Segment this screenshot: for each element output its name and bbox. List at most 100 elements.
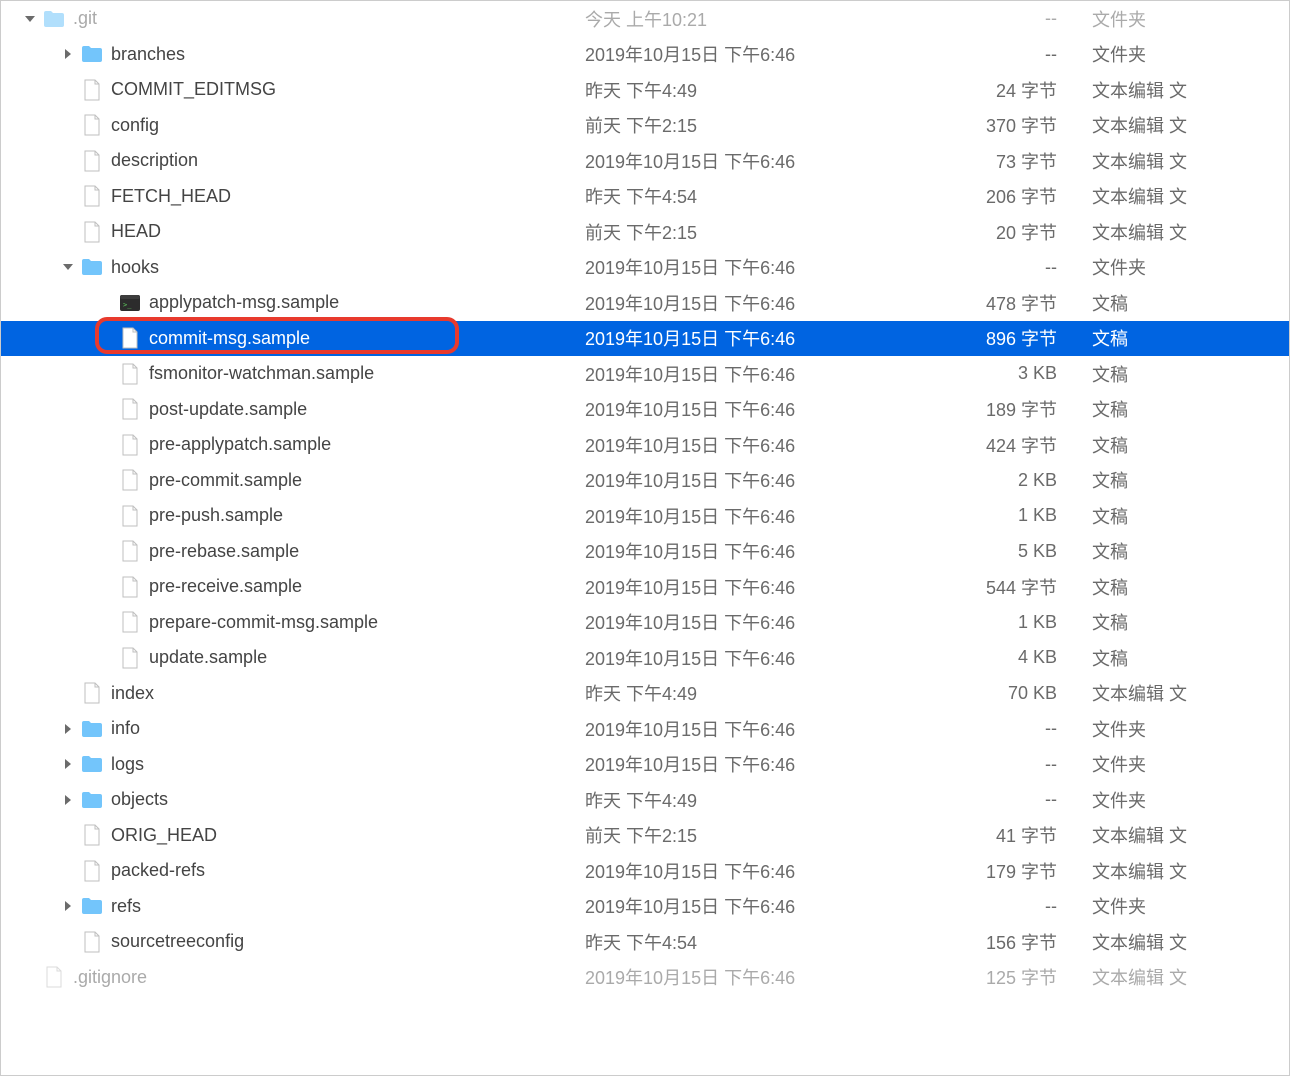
exec-icon: >_ [119,292,141,314]
disclosure-none [61,828,75,842]
disclosure-none [99,544,113,558]
folder-icon [43,8,65,30]
disclosure-none [61,83,75,97]
disclosure-right-icon[interactable] [61,47,75,61]
file-row[interactable]: pre-push.sample2019年10月15日 下午6:461 KB文稿 [1,498,1289,534]
file-size: -- [887,257,1057,278]
disclosure-none [99,509,113,523]
file-name: pre-applypatch.sample [149,434,331,455]
file-row[interactable]: index昨天 下午4:4970 KB文本编辑 文 [1,676,1289,712]
file-row[interactable]: refs2019年10月15日 下午6:46--文件夹 [1,889,1289,925]
file-kind: 文件夹 [1092,751,1146,777]
disclosure-none [99,438,113,452]
file-kind: 文稿 [1092,645,1128,671]
file-size: 370 字节 [887,112,1057,138]
disclosure-down-icon[interactable] [23,12,37,26]
file-row[interactable]: pre-applypatch.sample2019年10月15日 下午6:464… [1,427,1289,463]
file-size: 24 字节 [887,77,1057,103]
disclosure-none [99,367,113,381]
file-row[interactable]: update.sample2019年10月15日 下午6:464 KB文稿 [1,640,1289,676]
disclosure-none [61,864,75,878]
file-row[interactable]: post-update.sample2019年10月15日 下午6:46189 … [1,392,1289,428]
file-row[interactable]: pre-commit.sample2019年10月15日 下午6:462 KB文… [1,463,1289,499]
file-name: pre-push.sample [149,505,283,526]
file-kind: 文本编辑 文 [1092,964,1187,990]
file-row[interactable]: pre-receive.sample2019年10月15日 下午6:46544 … [1,569,1289,605]
file-icon [119,540,141,562]
file-row[interactable]: commit-msg.sample2019年10月15日 下午6:46896 字… [1,321,1289,357]
disclosure-none [99,296,113,310]
file-row[interactable]: COMMIT_EDITMSG昨天 下午4:4924 字节文本编辑 文 [1,72,1289,108]
file-size: 4 KB [887,647,1057,668]
file-kind: 文件夹 [1092,6,1146,32]
file-name: post-update.sample [149,399,307,420]
file-row[interactable]: branches2019年10月15日 下午6:46--文件夹 [1,37,1289,73]
file-row[interactable]: prepare-commit-msg.sample2019年10月15日 下午6… [1,605,1289,641]
file-name: objects [111,789,168,810]
file-size: 1 KB [887,505,1057,526]
modified-date: 2019年10月15日 下午6:46 [585,716,795,742]
disclosure-right-icon[interactable] [61,899,75,913]
file-row[interactable]: >_applypatch-msg.sample2019年10月15日 下午6:4… [1,285,1289,321]
file-row[interactable]: ORIG_HEAD前天 下午2:1541 字节文本编辑 文 [1,818,1289,854]
file-name: commit-msg.sample [149,328,310,349]
disclosure-right-icon[interactable] [61,722,75,736]
file-name: packed-refs [111,860,205,881]
modified-date: 2019年10月15日 下午6:46 [585,538,795,564]
file-kind: 文稿 [1092,538,1128,564]
file-kind: 文本编辑 文 [1092,148,1187,174]
file-row[interactable]: pre-rebase.sample2019年10月15日 下午6:465 KB文… [1,534,1289,570]
file-icon [81,114,103,136]
disclosure-none [99,615,113,629]
file-size: 478 字节 [887,290,1057,316]
disclosure-down-icon[interactable] [61,260,75,274]
svg-text:>_: >_ [123,301,132,309]
modified-date: 2019年10月15日 下午6:46 [585,964,795,990]
file-list[interactable]: .git今天 上午10:21--文件夹branches2019年10月15日 下… [1,1,1289,995]
file-size: 424 字节 [887,432,1057,458]
file-size: 41 字节 [887,822,1057,848]
file-row[interactable]: info2019年10月15日 下午6:46--文件夹 [1,711,1289,747]
file-name: FETCH_HEAD [111,186,231,207]
disclosure-none [99,473,113,487]
file-size: 1 KB [887,612,1057,633]
modified-date: 2019年10月15日 下午6:46 [585,503,795,529]
file-row[interactable]: .gitignore2019年10月15日 下午6:46125 字节文本编辑 文 [1,960,1289,996]
folder-icon [81,718,103,740]
folder-icon [81,753,103,775]
file-size: -- [887,8,1057,29]
file-row[interactable]: FETCH_HEAD昨天 下午4:54206 字节文本编辑 文 [1,179,1289,215]
file-row[interactable]: logs2019年10月15日 下午6:46--文件夹 [1,747,1289,783]
file-size: 156 字节 [887,929,1057,955]
file-row[interactable]: fsmonitor-watchman.sample2019年10月15日 下午6… [1,356,1289,392]
file-row[interactable]: sourcetreeconfig昨天 下午4:54156 字节文本编辑 文 [1,924,1289,960]
file-row[interactable]: hooks2019年10月15日 下午6:46--文件夹 [1,250,1289,286]
folder-icon [81,895,103,917]
file-name: .gitignore [73,967,147,988]
file-row[interactable]: description2019年10月15日 下午6:4673 字节文本编辑 文 [1,143,1289,179]
file-size: -- [887,754,1057,775]
file-row[interactable]: HEAD前天 下午2:1520 字节文本编辑 文 [1,214,1289,250]
file-size: 3 KB [887,363,1057,384]
modified-date: 2019年10月15日 下午6:46 [585,645,795,671]
file-size: 70 KB [887,683,1057,704]
file-kind: 文本编辑 文 [1092,112,1187,138]
file-kind: 文本编辑 文 [1092,219,1187,245]
file-row[interactable]: objects昨天 下午4:49--文件夹 [1,782,1289,818]
file-name: HEAD [111,221,161,242]
modified-date: 昨天 下午4:54 [585,183,697,209]
disclosure-right-icon[interactable] [61,793,75,807]
file-row[interactable]: packed-refs2019年10月15日 下午6:46179 字节文本编辑 … [1,853,1289,889]
file-size: 896 字节 [887,325,1057,351]
disclosure-none [61,225,75,239]
file-size: 206 字节 [887,183,1057,209]
modified-date: 昨天 下午4:49 [585,77,697,103]
disclosure-right-icon[interactable] [61,757,75,771]
file-name: logs [111,754,144,775]
file-row[interactable]: .git今天 上午10:21--文件夹 [1,1,1289,37]
file-row[interactable]: config前天 下午2:15370 字节文本编辑 文 [1,108,1289,144]
modified-date: 2019年10月15日 下午6:46 [585,467,795,493]
file-kind: 文稿 [1092,432,1128,458]
file-icon [119,327,141,349]
file-name: index [111,683,154,704]
